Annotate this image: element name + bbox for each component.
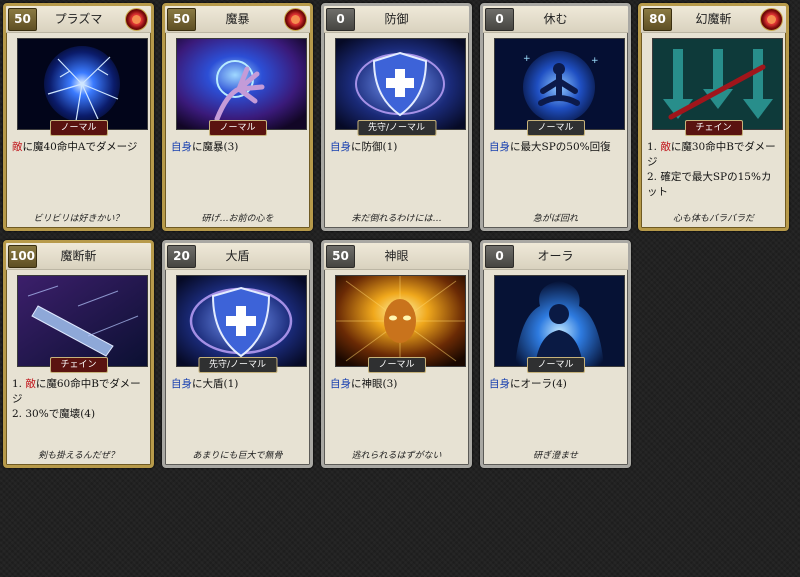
keyword-self: 自身 xyxy=(489,141,510,153)
effect-text: にオーラ(4) xyxy=(510,378,567,390)
card-name: プラズマ xyxy=(54,12,103,26)
effect-text: に大盾(1) xyxy=(192,378,239,390)
card-name: 神眼 xyxy=(384,249,409,263)
card-name: オーラ xyxy=(537,249,574,263)
flavor-text: 剣も掛えるんだぜ？ xyxy=(38,451,119,461)
cost-badge: 50 xyxy=(167,8,196,31)
keyword-enemy: 敵 xyxy=(660,141,671,153)
effect-text: 確定で最大SPの15%カット xyxy=(647,171,772,198)
element-emblem-icon xyxy=(760,8,783,31)
card-name: 魔暴 xyxy=(225,12,250,26)
effect-text: に魔暴(3) xyxy=(192,141,239,153)
keyword-enemy: 敵 xyxy=(25,378,36,390)
cost-badge: 20 xyxy=(167,245,196,268)
cost-badge: 50 xyxy=(8,8,37,31)
keyword-self: 自身 xyxy=(330,378,351,390)
svg-text:+: + xyxy=(523,54,531,64)
card-type-badge: ノーマル xyxy=(49,120,108,136)
flavor-text: 未だ倒れるわけには… xyxy=(351,214,442,224)
flavor-text: 急がば回れ xyxy=(532,214,578,224)
card-header: 20 大盾 xyxy=(165,243,310,270)
cost-badge: 100 xyxy=(8,245,37,268)
card-madanzan[interactable]: 100 魔断斬 チェイン 1. 敵に魔60命中Bでダメージ 2. 30%で魔壊(… xyxy=(3,240,154,468)
effect-text: に神眼(3) xyxy=(351,378,398,390)
svg-text:+: + xyxy=(591,56,599,66)
cost-badge: 50 xyxy=(326,245,355,268)
card-header: 80 幻魔斬 xyxy=(641,6,786,33)
card-aura[interactable]: 0 オーラ ノーマル 自身にオーラ(4) 研ぎ澄ませ xyxy=(480,240,631,468)
card-art-slash xyxy=(652,38,783,130)
card-genmazan[interactable]: 80 幻魔斬 チェイン 1. 敵に魔30命中Bでダメージ 2. 確定で最大SPの… xyxy=(638,3,789,231)
card-name: 休む xyxy=(543,12,568,26)
card-defense[interactable]: 0 防御 先守/ノーマル 自身に防御(1) 未だ倒れるわけには… xyxy=(321,3,472,231)
effect-text: に最大SPの50%回復 xyxy=(510,141,611,153)
cost-badge: 0 xyxy=(485,8,514,31)
effect-text: 30%で魔壊(4) xyxy=(25,408,96,420)
flavor-text: 研げ…お前の心を xyxy=(201,214,274,224)
card-board: 50 プラズマ ノーマル 敵に魔40命中Aでダメージ ビリビリは好きかい？ 50… xyxy=(0,0,800,577)
card-type-badge: ノーマル xyxy=(526,120,585,136)
card-art-plasma xyxy=(17,38,148,130)
card-art-shield xyxy=(335,38,466,130)
card-art-meditate: + + xyxy=(494,38,625,130)
card-mabou[interactable]: 50 魔暴 ノーマル 自身に魔暴(3) 研げ…お前の心を xyxy=(162,3,313,231)
card-type-badge: チェイン xyxy=(684,120,743,136)
card-art-eye xyxy=(335,275,466,367)
element-emblem-icon xyxy=(284,8,307,31)
cost-badge: 0 xyxy=(326,8,355,31)
flavor-text: 逃れられるはずがない xyxy=(351,451,442,461)
list-number: 2. xyxy=(12,408,26,420)
card-header: 100 魔断斬 xyxy=(6,243,151,270)
cost-badge: 0 xyxy=(485,245,514,268)
card-art-sword xyxy=(17,275,148,367)
card-header: 0 防御 xyxy=(324,6,469,33)
flavor-text: 研ぎ澄ませ xyxy=(533,451,578,461)
card-header: 0 オーラ xyxy=(483,243,628,270)
card-header: 0 休む xyxy=(483,6,628,33)
effect-text: に防御(1) xyxy=(351,141,398,153)
card-header: 50 プラズマ xyxy=(6,6,151,33)
card-art-shield xyxy=(176,275,307,367)
card-big-shield[interactable]: 20 大盾 先守/ノーマル 自身に大盾(1) あまりにも巨大で無骨 xyxy=(162,240,313,468)
card-name: 大盾 xyxy=(225,249,250,263)
card-divine-eye[interactable]: 50 神眼 ノーマル 自身に神眼(3) 逃れられるはずがない xyxy=(321,240,472,468)
keyword-self: 自身 xyxy=(489,378,510,390)
card-header: 50 魔暴 xyxy=(165,6,310,33)
keyword-self: 自身 xyxy=(330,141,351,153)
flavor-text: ビリビリは好きかい？ xyxy=(33,214,124,224)
card-type-badge: ノーマル xyxy=(367,357,426,373)
list-number: 1. xyxy=(12,378,26,390)
keyword-enemy: 敵 xyxy=(12,141,23,153)
card-name: 幻魔斬 xyxy=(695,12,732,26)
card-name: 防御 xyxy=(384,12,409,26)
card-plasma[interactable]: 50 プラズマ ノーマル 敵に魔40命中Aでダメージ ビリビリは好きかい？ xyxy=(3,3,154,231)
card-type-badge: ノーマル xyxy=(526,357,585,373)
card-type-badge: ノーマル xyxy=(208,120,267,136)
card-art-aura xyxy=(494,275,625,367)
card-rest[interactable]: 0 休む + + ノーマル 自身に最大SPの50%回復 急がば回れ xyxy=(480,3,631,231)
card-name: 魔断斬 xyxy=(60,249,97,263)
card-type-badge: 先守/ノーマル xyxy=(356,120,437,136)
element-emblem-icon xyxy=(125,8,148,31)
effect-text: に魔40命中Aでダメージ xyxy=(22,141,138,153)
flavor-text: 心も体もバラバラだ xyxy=(673,214,754,224)
list-number: 1. xyxy=(647,141,661,153)
list-number: 2. xyxy=(647,171,661,183)
card-art-hand xyxy=(176,38,307,130)
keyword-self: 自身 xyxy=(171,378,192,390)
flavor-text: あまりにも巨大で無骨 xyxy=(192,451,283,461)
cost-badge: 80 xyxy=(643,8,672,31)
card-type-badge: チェイン xyxy=(49,357,108,373)
keyword-self: 自身 xyxy=(171,141,192,153)
card-type-badge: 先守/ノーマル xyxy=(197,357,278,373)
card-header: 50 神眼 xyxy=(324,243,469,270)
